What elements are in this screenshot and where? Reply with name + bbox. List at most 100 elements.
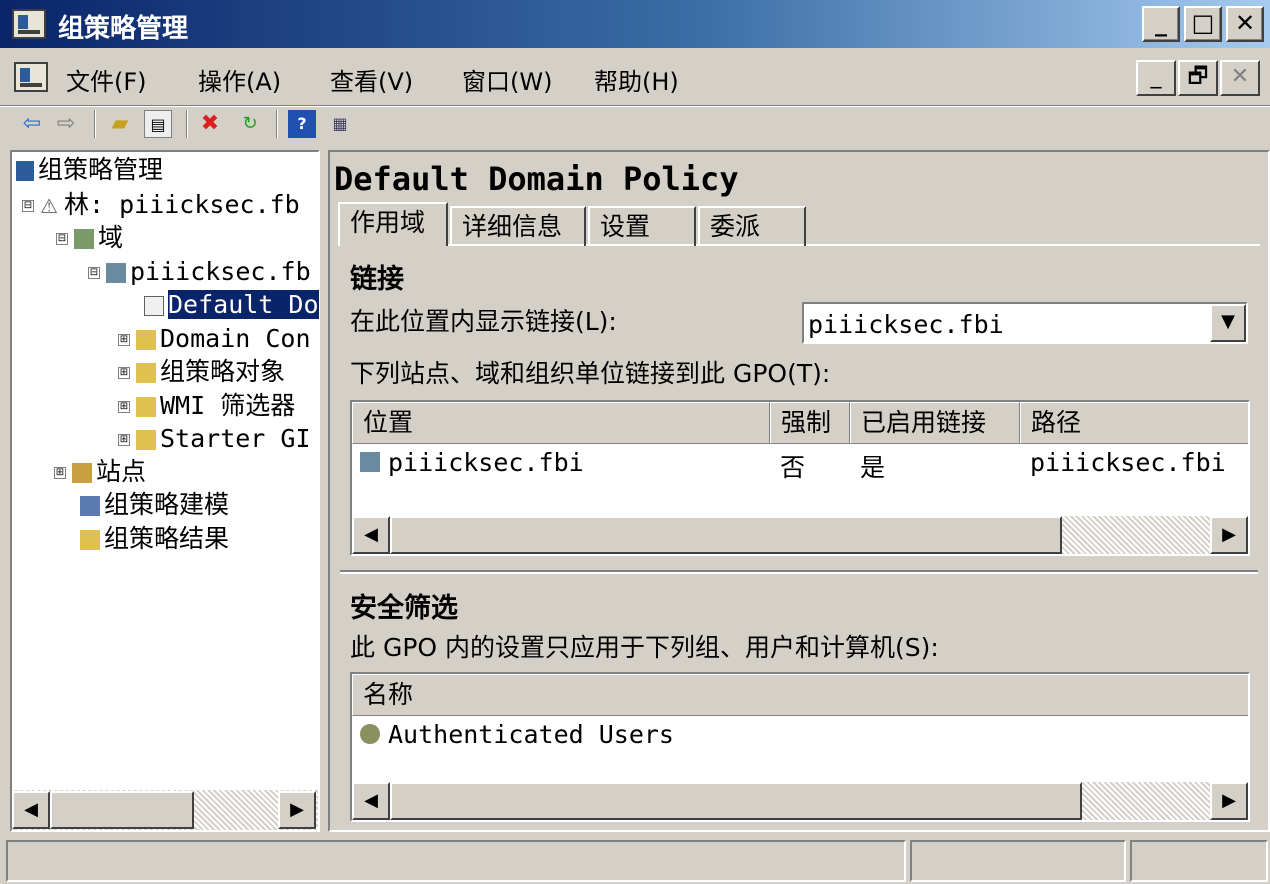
window-title: 组策略管理 (58, 14, 189, 44)
collapse-icon[interactable]: ⊟ (22, 200, 34, 212)
title-bar[interactable] (0, 0, 1270, 48)
links-location-dropdown[interactable]: piiicksec.fbi ▼ (802, 302, 1248, 344)
app-icon (12, 9, 46, 39)
toolbar (0, 106, 1270, 146)
tab-details[interactable]: 详细信息 (450, 206, 586, 246)
column-link-enabled[interactable]: 已启用链接 (850, 402, 1020, 444)
menu-window[interactable]: 窗口(W) (462, 62, 552, 97)
tree-node-sites[interactable]: ⊞ 站点 (54, 456, 146, 488)
toolbar-separator (186, 110, 188, 138)
tree-node-label: Starter GI (160, 424, 311, 453)
help-icon[interactable]: ? (288, 110, 316, 138)
tree-node-wmi-filters[interactable]: ⊞ WMI 筛选器 (118, 390, 295, 422)
tree-node-label: 域 (98, 223, 124, 252)
scroll-left-button[interactable]: ◀ (352, 516, 390, 554)
cell-location: piiicksec.fbi (388, 448, 584, 477)
scroll-right-button[interactable]: ▶ (278, 791, 316, 829)
collapse-icon[interactable]: ⊟ (88, 267, 100, 279)
forward-arrow-icon[interactable]: ⇨ (52, 110, 80, 138)
tree-node-default-domain-policy[interactable]: Default Do (144, 289, 319, 321)
column-path[interactable]: 路径 (1020, 402, 1248, 444)
security-description: 此 GPO 内的设置只应用于下列组、用户和计算机(S): (350, 633, 939, 662)
menu-view[interactable]: 查看(V) (330, 62, 413, 97)
gpo-link-icon (144, 296, 164, 316)
scroll-right-button[interactable]: ▶ (1210, 782, 1248, 820)
tree-node-forest[interactable]: ⊟ ⚠ 林: piiicksec.fb (22, 189, 300, 221)
tree-node-domains[interactable]: ⊟ 域 (56, 222, 123, 254)
gpo-folder-icon (136, 363, 156, 383)
tree-node-label: 站点 (96, 457, 147, 486)
wmi-folder-icon (136, 397, 156, 417)
expand-icon[interactable]: ⊞ (118, 334, 130, 346)
toolbar-separator (276, 110, 278, 138)
links-list[interactable]: 位置 强制 已启用链接 路径 piiicksec.fbi 否 是 piiicks… (350, 400, 1250, 556)
tree-node-label: 林: piiicksec.fb (64, 190, 300, 219)
gpo-heading: Default Domain Policy (334, 160, 739, 198)
starter-folder-icon (136, 430, 156, 450)
mdi-minimize-button[interactable]: _ (1136, 60, 1176, 96)
scroll-thumb[interactable] (50, 791, 194, 829)
tab-settings[interactable]: 设置 (588, 206, 696, 246)
collapse-icon[interactable]: ⊟ (56, 233, 68, 245)
tree-node-label: piiicksec.fb (130, 257, 311, 286)
menu-file[interactable]: 文件(F) (66, 62, 147, 97)
forest-icon: ⚠ (40, 194, 58, 218)
cell-path: piiicksec.fbi (1030, 448, 1226, 477)
expand-icon[interactable]: ⊞ (54, 467, 66, 479)
tree-node-label: 组策略建模 (104, 490, 230, 519)
column-enforced[interactable]: 强制 (770, 402, 850, 444)
show-hide-tree-icon[interactable]: ▤ (144, 110, 172, 138)
back-arrow-icon[interactable]: ⇦ (18, 110, 46, 138)
status-panel-main (6, 840, 906, 882)
security-section-title: 安全筛选 (350, 593, 458, 624)
tree-node-gpo-objects[interactable]: ⊞ 组策略对象 (118, 356, 285, 388)
domain-icon (106, 263, 126, 283)
expand-icon[interactable]: ⊞ (118, 434, 130, 446)
table-row[interactable]: piiicksec.fbi 否 是 piiicksec.fbi (352, 446, 1248, 482)
tree-node-domain[interactable]: ⊟ piiicksec.fb (88, 256, 311, 288)
minimize-button[interactable]: _ (1142, 6, 1180, 42)
up-folder-icon[interactable]: ▰ (106, 110, 134, 138)
mdi-restore-button[interactable]: 🗗 (1178, 60, 1218, 96)
tree-node-domain-controllers[interactable]: ⊞ Domain Con (118, 323, 311, 355)
properties-icon[interactable]: ▦ (326, 110, 354, 138)
column-name[interactable]: 名称 (352, 674, 1248, 716)
cell-name: Authenticated Users (388, 720, 674, 749)
menu-help[interactable]: 帮助(H) (594, 62, 679, 97)
tree-node-modeling[interactable]: 组策略建模 (80, 489, 229, 521)
tree-node-label: WMI 筛选器 (160, 391, 296, 420)
scroll-thumb[interactable] (390, 782, 1082, 820)
maximize-button[interactable]: □ (1184, 6, 1222, 42)
tree-node-label: 组策略对象 (160, 357, 286, 386)
console-icon[interactable] (14, 62, 48, 92)
display-links-label: 在此位置内显示链接(L): (350, 307, 617, 336)
user-group-icon (360, 724, 380, 744)
pane-splitter[interactable] (340, 570, 1258, 574)
refresh-icon[interactable]: ↻ (236, 110, 264, 138)
delete-icon[interactable]: ✖ (196, 110, 224, 138)
dropdown-value: piiicksec.fbi (808, 310, 1004, 339)
scroll-thumb[interactable] (390, 516, 1062, 554)
tree-node-starter-gpos[interactable]: ⊞ Starter GI (118, 423, 311, 455)
table-row[interactable]: Authenticated Users (352, 718, 1248, 752)
tab-delegation[interactable]: 委派 (698, 206, 806, 246)
tree-node-label: Domain Con (160, 324, 311, 353)
scroll-left-button[interactable]: ◀ (12, 791, 50, 829)
expand-icon[interactable]: ⊞ (118, 367, 130, 379)
mdi-close-button[interactable]: ✕ (1220, 60, 1260, 96)
tab-scope[interactable]: 作用域 (338, 202, 448, 246)
security-list[interactable]: 名称 Authenticated Users ◀ ▶ (350, 672, 1250, 822)
ou-folder-icon (136, 330, 156, 350)
expand-icon[interactable]: ⊞ (118, 401, 130, 413)
tree-node-results[interactable]: 组策略结果 (80, 523, 229, 555)
chevron-down-icon[interactable]: ▼ (1210, 304, 1246, 342)
status-panel-3 (1130, 840, 1268, 882)
menu-action[interactable]: 操作(A) (198, 62, 281, 97)
scroll-left-button[interactable]: ◀ (352, 782, 390, 820)
tree-node-label: Default Do (168, 290, 319, 319)
column-location[interactable]: 位置 (352, 402, 770, 444)
close-button[interactable]: ✕ (1226, 6, 1264, 42)
scroll-right-button[interactable]: ▶ (1210, 516, 1248, 554)
tree-node-root[interactable]: 组策略管理 (16, 154, 163, 186)
cell-enforced: 否 (780, 453, 806, 482)
